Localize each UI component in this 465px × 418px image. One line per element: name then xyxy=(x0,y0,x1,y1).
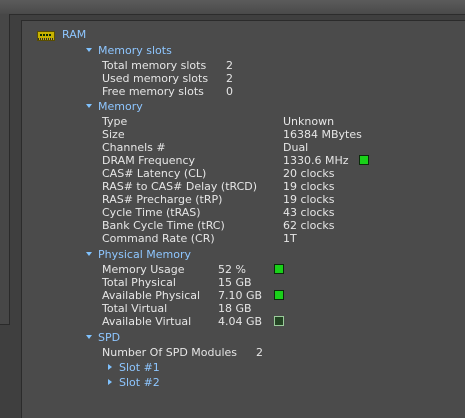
spd-slot-1[interactable]: Slot #1 xyxy=(119,361,160,374)
virtual-available-value: 4.04 GB xyxy=(218,315,263,328)
memory-trc-label: Bank Cycle Time (tRC) xyxy=(102,219,225,232)
section-physical-memory[interactable]: Physical Memory xyxy=(98,248,191,261)
memory-tras-value: 43 clocks xyxy=(283,206,335,219)
triangle-down-icon[interactable] xyxy=(86,48,92,52)
left-panel-lower xyxy=(0,325,9,417)
memory-dram-frequency-value: 1330.6 MHz xyxy=(283,154,349,167)
memory-tras-label: Cycle Time (tRAS) xyxy=(102,206,201,219)
memory-size-value: 16384 MBytes xyxy=(283,128,362,141)
physical-available-label: Available Physical xyxy=(102,289,201,302)
indicator-icon xyxy=(274,316,284,326)
triangle-right-icon[interactable] xyxy=(108,364,112,370)
spd-modules-value: 2 xyxy=(256,346,263,359)
main-panel xyxy=(21,20,465,418)
memory-trcd-label: RAS# to CAS# Delay (tRCD) xyxy=(102,180,258,193)
memory-size-label: Size xyxy=(102,128,125,141)
memory-slots-total-value: 2 xyxy=(226,59,233,72)
memory-slots-free-label: Free memory slots xyxy=(102,85,204,98)
memory-command-rate-label: Command Rate (CR) xyxy=(102,232,215,245)
section-memory[interactable]: Memory xyxy=(98,100,143,113)
physical-total-label: Total Physical xyxy=(102,276,176,289)
memory-slots-total-label: Total memory slots xyxy=(102,59,207,72)
memory-channels-label: Channels # xyxy=(102,141,166,154)
memory-cas-latency-label: CAS# Latency (CL) xyxy=(102,167,207,180)
physical-total-value: 15 GB xyxy=(218,276,252,289)
memory-channels-value: Dual xyxy=(283,141,309,154)
virtual-total-label: Total Virtual xyxy=(102,302,168,315)
memory-trcd-value: 19 clocks xyxy=(283,180,335,193)
triangle-right-icon[interactable] xyxy=(108,379,112,385)
memory-type-label: Type xyxy=(102,115,128,128)
memory-slots-used-value: 2 xyxy=(226,72,233,85)
virtual-total-value: 18 GB xyxy=(218,302,252,315)
physical-memory-usage-value: 52 % xyxy=(218,263,246,276)
triangle-down-icon[interactable] xyxy=(86,104,92,108)
physical-memory-usage-label: Memory Usage xyxy=(102,263,185,276)
indicator-icon xyxy=(359,155,369,165)
indicator-icon xyxy=(274,264,284,274)
memory-trp-value: 19 clocks xyxy=(283,193,335,206)
memory-slots-used-label: Used memory slots xyxy=(102,72,209,85)
section-memory-slots[interactable]: Memory slots xyxy=(98,44,172,57)
virtual-available-label: Available Virtual xyxy=(102,315,192,328)
memory-type-value: Unknown xyxy=(283,115,335,128)
ram-module-icon xyxy=(37,31,55,41)
memory-dram-frequency-label: DRAM Frequency xyxy=(102,154,196,167)
memory-trp-label: RAS# Precharge (tRP) xyxy=(102,193,223,206)
top-bar xyxy=(0,0,465,15)
triangle-down-icon[interactable] xyxy=(86,252,92,256)
memory-slots-free-value: 0 xyxy=(226,85,233,98)
spd-modules-label: Number Of SPD Modules xyxy=(102,346,238,359)
memory-cas-latency-value: 20 clocks xyxy=(283,167,335,180)
memory-command-rate-value: 1T xyxy=(283,232,297,245)
tree-root-ram[interactable]: RAM xyxy=(62,28,86,41)
memory-trc-value: 62 clocks xyxy=(283,219,335,232)
triangle-down-icon[interactable] xyxy=(86,335,92,339)
left-panel xyxy=(0,14,10,325)
spd-slot-2[interactable]: Slot #2 xyxy=(119,376,160,389)
physical-available-value: 7.10 GB xyxy=(218,289,263,302)
indicator-icon xyxy=(274,290,284,300)
section-spd[interactable]: SPD xyxy=(98,331,120,344)
